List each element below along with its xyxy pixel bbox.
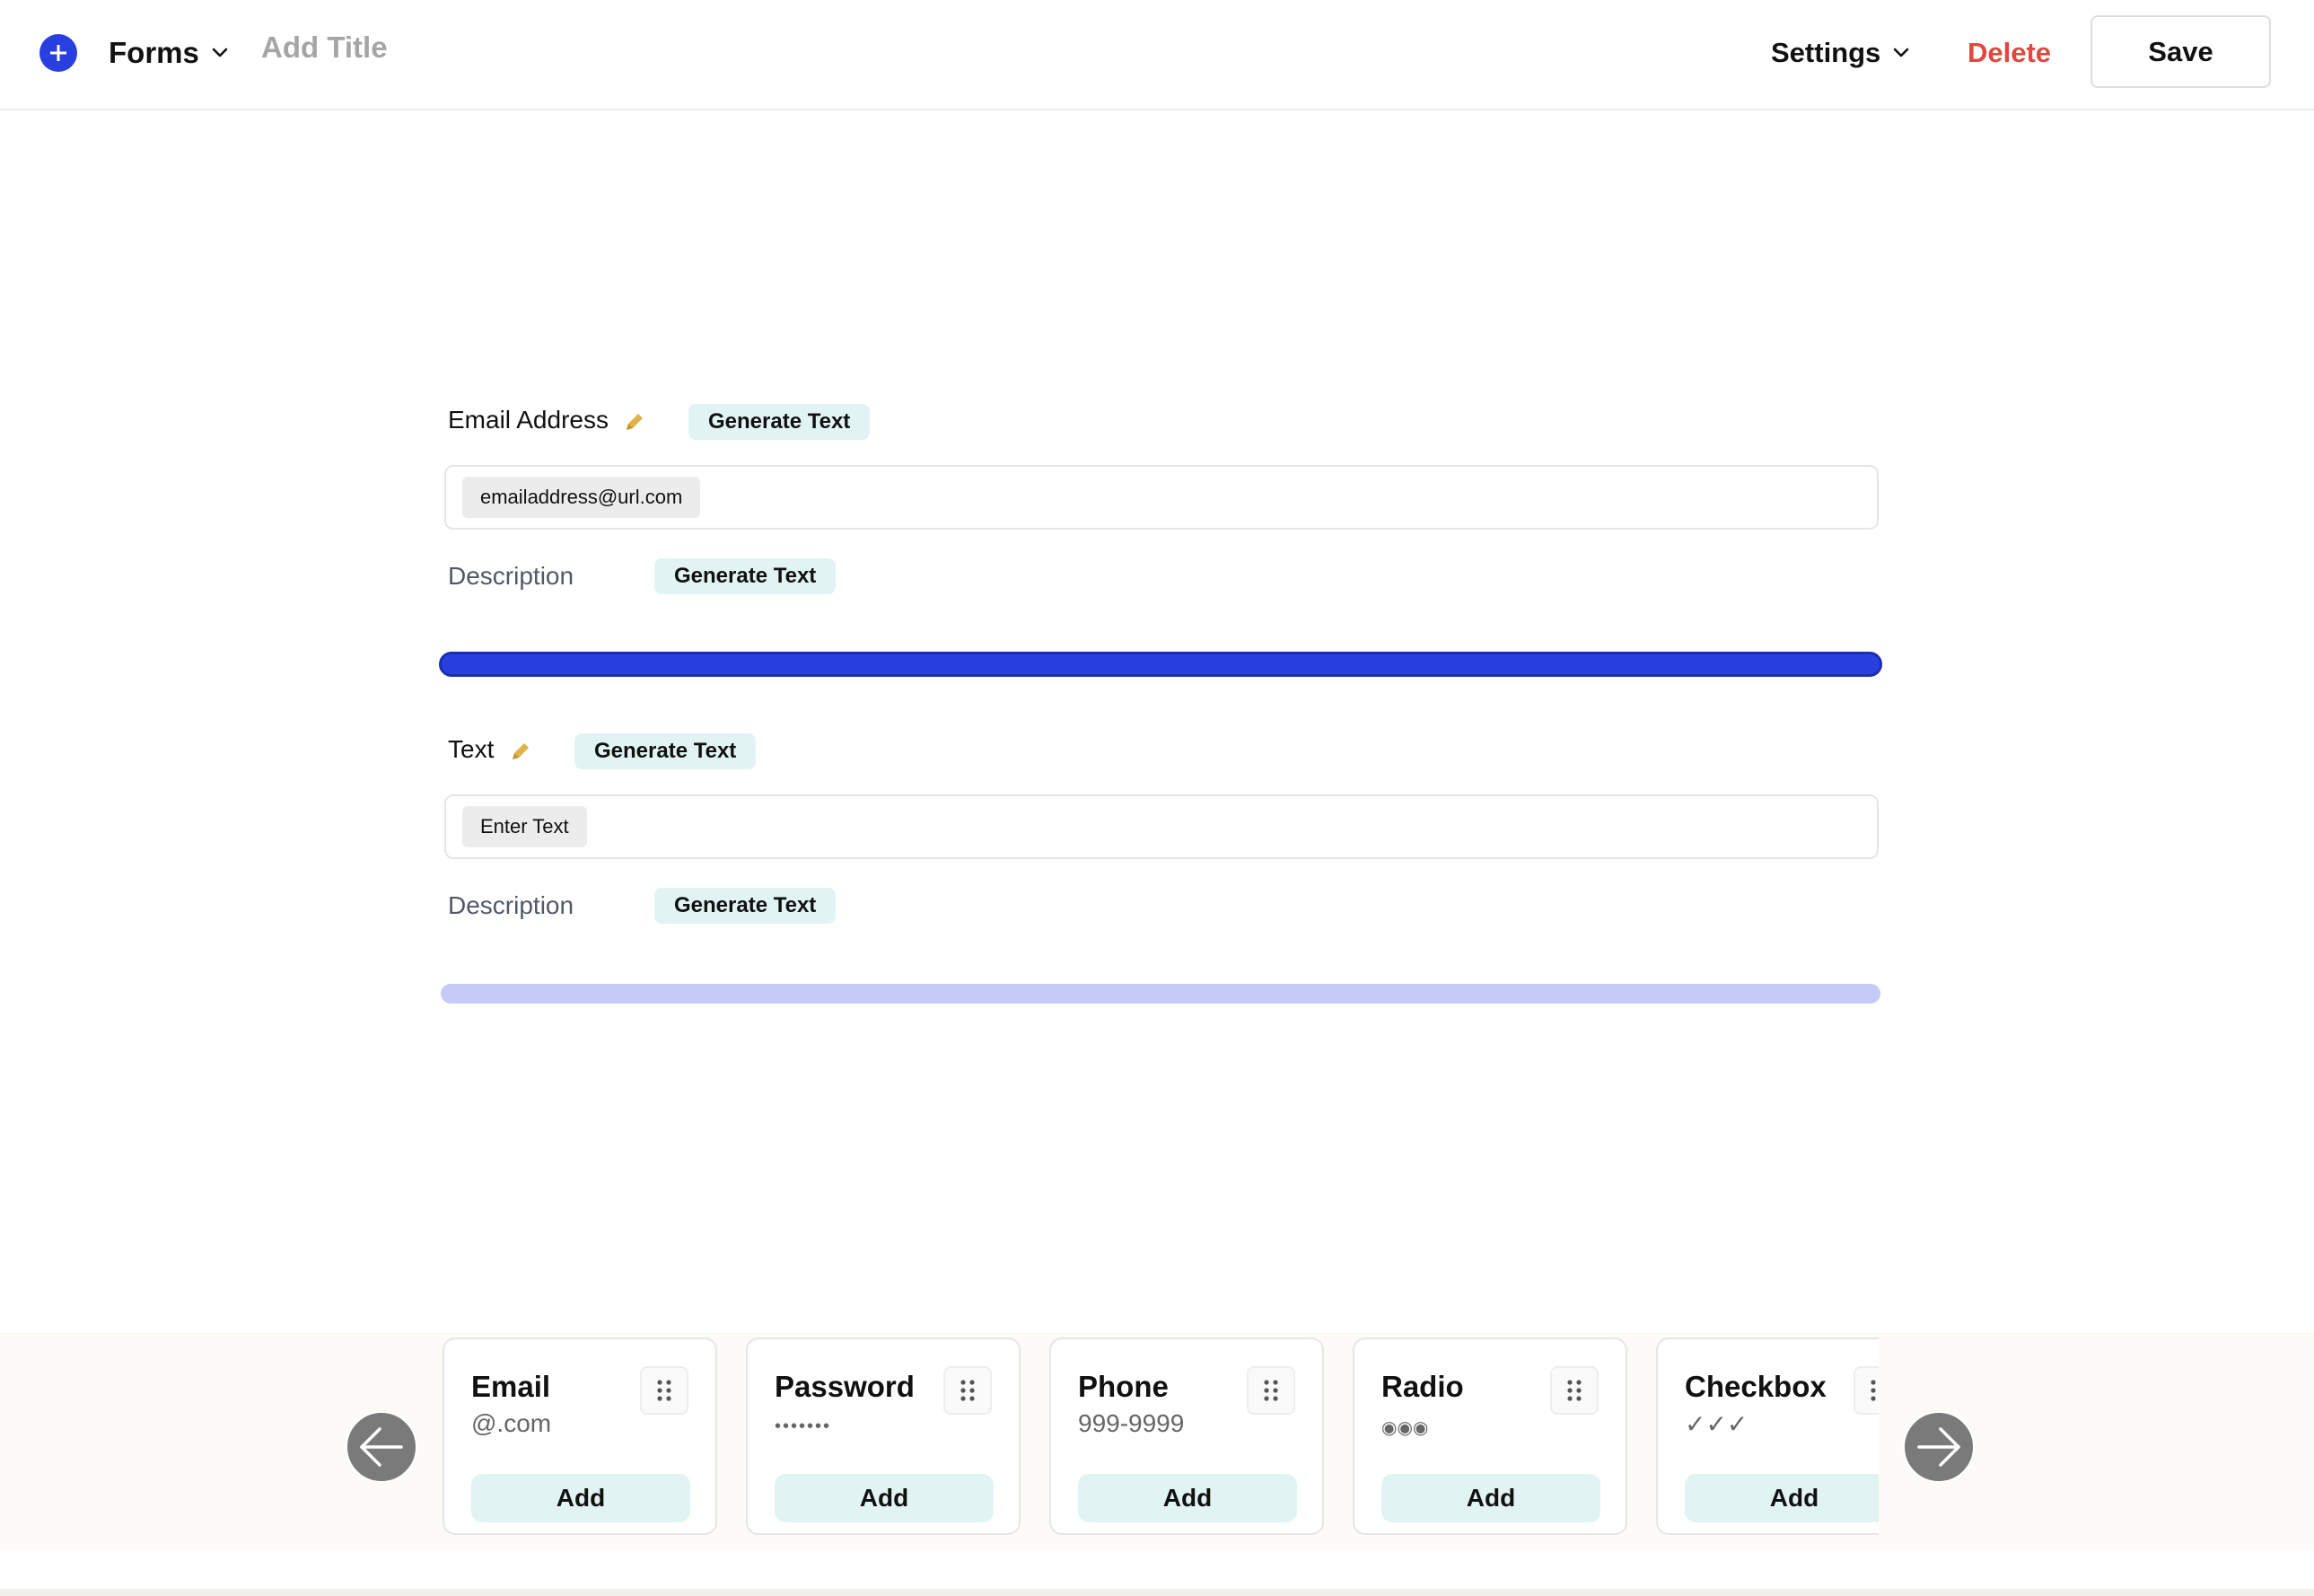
- field-type-carousel: Email @.com Add Password ••••••• Add Pho…: [441, 1336, 1879, 1539]
- email-field[interactable]: emailaddress@url.com: [444, 465, 1879, 530]
- drag-dots-icon: [960, 1380, 975, 1401]
- field-label-email: Email Address: [448, 406, 609, 434]
- chevron-down-icon: [1893, 48, 1909, 57]
- card-title: Password: [775, 1370, 915, 1403]
- scroll-right-button[interactable]: [1903, 1411, 1975, 1483]
- field-card-checkbox[interactable]: Checkbox ✓✓✓ Add: [1656, 1337, 1879, 1535]
- drag-handle[interactable]: [1550, 1366, 1599, 1415]
- forms-label: Forms: [109, 36, 199, 69]
- drag-handle[interactable]: [640, 1366, 688, 1415]
- field-card-radio[interactable]: Radio ◉◉◉ Add: [1353, 1337, 1627, 1535]
- card-title: Email: [471, 1370, 551, 1403]
- add-button[interactable]: Add: [471, 1474, 690, 1522]
- card-sample: ✓✓✓: [1685, 1410, 1749, 1438]
- description-label: Description: [448, 891, 574, 919]
- arrow-left-icon: [360, 1427, 403, 1467]
- top-bar: Forms Add Title Settings Delete Save: [0, 0, 2314, 110]
- drag-dots-icon: [1871, 1380, 1876, 1401]
- field-drop-divider[interactable]: [441, 984, 1880, 1004]
- delete-button[interactable]: Delete: [1968, 32, 2051, 74]
- field-label-text: Text: [448, 735, 495, 763]
- text-value-chip: Enter Text: [462, 806, 587, 847]
- add-button[interactable]: Add: [775, 1474, 994, 1522]
- drag-dots-icon: [1567, 1380, 1582, 1401]
- field-card-password[interactable]: Password ••••••• Add: [746, 1337, 1021, 1535]
- add-button[interactable]: [39, 34, 77, 72]
- save-button[interactable]: Save: [2090, 15, 2271, 88]
- plus-icon: [50, 45, 66, 61]
- text-field[interactable]: Enter Text: [444, 794, 1879, 859]
- title-input[interactable]: Add Title: [261, 31, 388, 65]
- card-sample: @.com: [471, 1409, 552, 1437]
- drag-handle[interactable]: [943, 1366, 992, 1415]
- pencil-icon[interactable]: [623, 410, 646, 434]
- field-drop-divider-active[interactable]: [439, 652, 1882, 677]
- forms-menu[interactable]: Forms: [109, 32, 228, 74]
- email-value-chip: emailaddress@url.com: [462, 477, 701, 518]
- card-title: Checkbox: [1685, 1370, 1827, 1403]
- card-title: Radio: [1381, 1370, 1464, 1403]
- description-label: Description: [448, 562, 574, 590]
- settings-menu[interactable]: Settings: [1771, 32, 1909, 74]
- field-card-phone[interactable]: Phone 999-9999 Add: [1049, 1337, 1324, 1535]
- pencil-icon[interactable]: [509, 740, 532, 763]
- arrow-right-icon: [1917, 1427, 1960, 1467]
- card-title: Phone: [1078, 1370, 1169, 1403]
- add-button[interactable]: Add: [1078, 1474, 1297, 1522]
- description-generate-button[interactable]: Generate Text: [654, 888, 837, 924]
- generate-text-button[interactable]: Generate Text: [574, 733, 757, 769]
- drag-dots-icon: [1264, 1380, 1278, 1401]
- add-button[interactable]: Add: [1381, 1474, 1600, 1522]
- add-button[interactable]: Add: [1685, 1474, 1879, 1522]
- scroll-left-button[interactable]: [346, 1411, 417, 1483]
- card-sample: •••••••: [775, 1416, 832, 1436]
- drag-handle[interactable]: [1247, 1366, 1295, 1415]
- field-card-email[interactable]: Email @.com Add: [443, 1337, 717, 1535]
- drag-dots-icon: [657, 1380, 671, 1401]
- card-sample: 999-9999: [1078, 1409, 1185, 1437]
- generate-text-button[interactable]: Generate Text: [688, 404, 871, 440]
- chevron-down-icon: [212, 48, 228, 57]
- tray-bottom-border: [0, 1589, 2314, 1596]
- description-generate-button[interactable]: Generate Text: [654, 558, 837, 594]
- settings-label: Settings: [1771, 37, 1881, 68]
- drag-handle[interactable]: [1854, 1366, 1879, 1415]
- card-sample: ◉◉◉: [1381, 1418, 1429, 1438]
